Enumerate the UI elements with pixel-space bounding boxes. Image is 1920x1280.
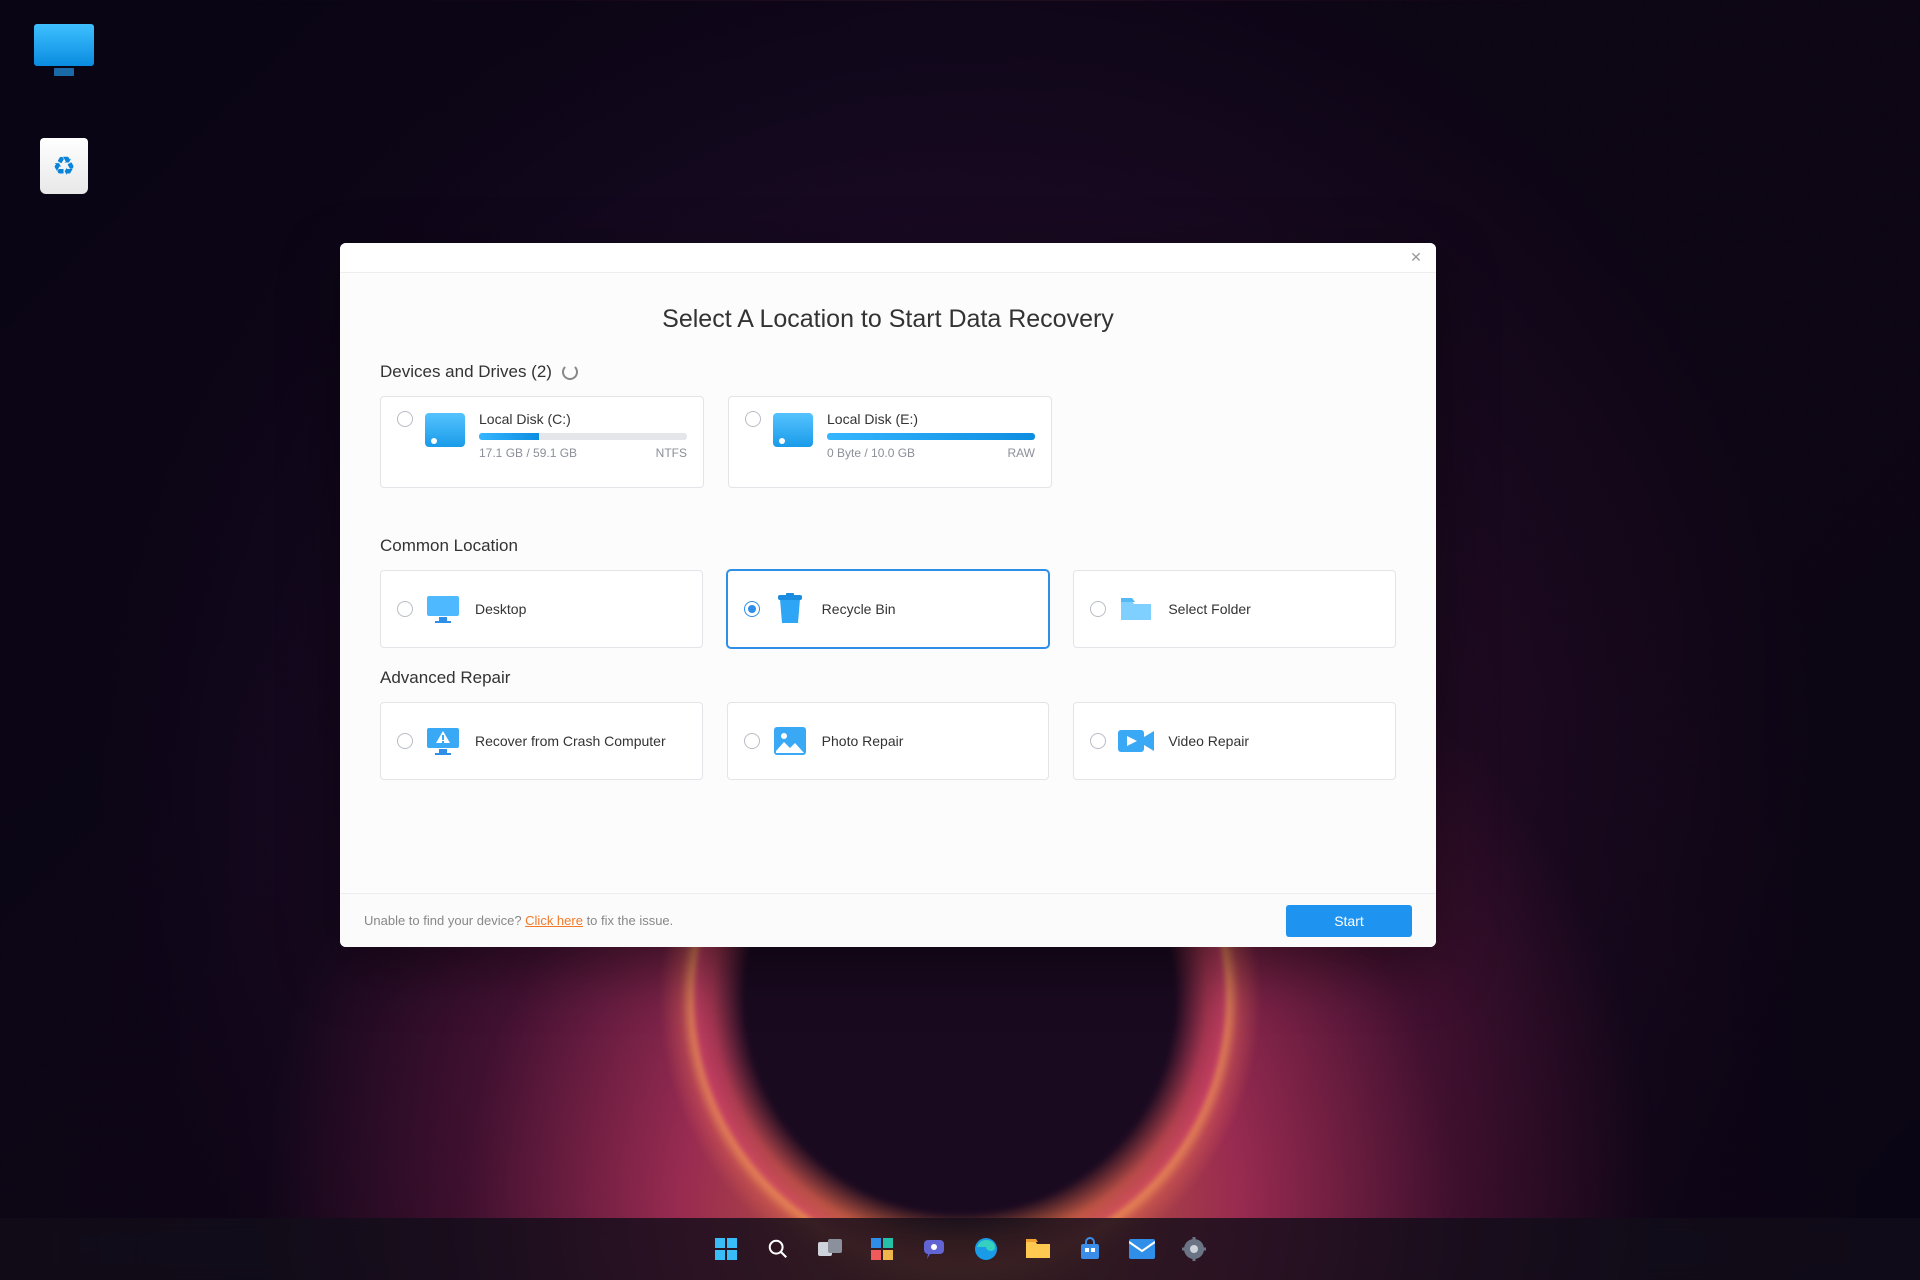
drive-e-name: Local Disk (E:) bbox=[827, 411, 1035, 427]
common-row: Desktop Recycle Bin Select Folder bbox=[380, 570, 1396, 648]
advanced-crash-recovery[interactable]: Recover from Crash Computer bbox=[380, 702, 703, 780]
advanced-video-label: Video Repair bbox=[1168, 733, 1249, 749]
location-recycle-bin[interactable]: Recycle Bin bbox=[727, 570, 1050, 648]
section-devices-label: Devices and Drives (2) bbox=[380, 362, 552, 382]
photo-icon bbox=[772, 725, 808, 757]
start-button[interactable]: Start bbox=[1286, 905, 1412, 937]
monitor-icon bbox=[34, 24, 94, 66]
drive-c-name: Local Disk (C:) bbox=[479, 411, 687, 427]
recycle-bin-icon: ♻ bbox=[40, 138, 88, 194]
desktop-icon-this-pc[interactable] bbox=[28, 24, 100, 66]
radio-crash[interactable] bbox=[397, 733, 413, 749]
taskbar-search[interactable] bbox=[757, 1228, 799, 1270]
window-footer: Unable to find your device? Click here t… bbox=[340, 893, 1436, 947]
radio-drive-e[interactable] bbox=[745, 411, 761, 427]
radio-photo[interactable] bbox=[744, 733, 760, 749]
drive-e-fs: RAW bbox=[1007, 446, 1035, 460]
refresh-icon[interactable] bbox=[562, 364, 578, 380]
radio-recycle-bin[interactable] bbox=[744, 601, 760, 617]
taskbar-start[interactable] bbox=[705, 1228, 747, 1270]
desktop-icon bbox=[425, 593, 461, 625]
data-recovery-window: ✕ Select A Location to Start Data Recove… bbox=[340, 243, 1436, 947]
radio-video[interactable] bbox=[1090, 733, 1106, 749]
folder-icon bbox=[1118, 593, 1154, 625]
titlebar: ✕ bbox=[340, 243, 1436, 273]
taskbar-mail[interactable] bbox=[1121, 1228, 1163, 1270]
drive-c-usage: 17.1 GB / 59.1 GB bbox=[479, 446, 577, 460]
taskbar-widgets[interactable] bbox=[861, 1228, 903, 1270]
drive-c-fs: NTFS bbox=[656, 446, 687, 460]
disk-icon bbox=[425, 413, 465, 447]
drive-e-usage: 0 Byte / 10.0 GB bbox=[827, 446, 915, 460]
advanced-crash-label: Recover from Crash Computer bbox=[475, 733, 666, 749]
trash-icon bbox=[772, 593, 808, 625]
taskbar bbox=[0, 1218, 1920, 1280]
taskbar-taskview[interactable] bbox=[809, 1228, 851, 1270]
location-select-folder[interactable]: Select Folder bbox=[1073, 570, 1396, 648]
footer-help-text: Unable to find your device? Click here t… bbox=[364, 913, 673, 928]
radio-select-folder[interactable] bbox=[1090, 601, 1106, 617]
advanced-row: Recover from Crash Computer Photo Repair… bbox=[380, 702, 1396, 780]
close-button[interactable]: ✕ bbox=[1408, 250, 1424, 266]
footer-click-here-link[interactable]: Click here bbox=[525, 913, 583, 928]
drives-row: Local Disk (C:) 17.1 GB / 59.1 GB NTFS L… bbox=[380, 396, 1396, 488]
advanced-photo-label: Photo Repair bbox=[822, 733, 904, 749]
drive-card-c[interactable]: Local Disk (C:) 17.1 GB / 59.1 GB NTFS bbox=[380, 396, 704, 488]
location-select-folder-label: Select Folder bbox=[1168, 601, 1250, 617]
advanced-video-repair[interactable]: Video Repair bbox=[1073, 702, 1396, 780]
taskbar-file-explorer[interactable] bbox=[1017, 1228, 1059, 1270]
taskbar-chat[interactable] bbox=[913, 1228, 955, 1270]
section-common-heading: Common Location bbox=[380, 536, 1396, 556]
crash-computer-icon bbox=[425, 725, 461, 757]
window-body: Select A Location to Start Data Recovery… bbox=[340, 273, 1436, 893]
page-title: Select A Location to Start Data Recovery bbox=[380, 305, 1396, 334]
section-advanced-label: Advanced Repair bbox=[380, 668, 510, 688]
taskbar-store[interactable] bbox=[1069, 1228, 1111, 1270]
video-icon bbox=[1118, 725, 1154, 757]
disk-icon bbox=[773, 413, 813, 447]
location-desktop[interactable]: Desktop bbox=[380, 570, 703, 648]
radio-drive-c[interactable] bbox=[397, 411, 413, 427]
section-common-label: Common Location bbox=[380, 536, 518, 556]
taskbar-settings[interactable] bbox=[1173, 1228, 1215, 1270]
location-desktop-label: Desktop bbox=[475, 601, 526, 617]
advanced-photo-repair[interactable]: Photo Repair bbox=[727, 702, 1050, 780]
drive-c-usage-bar bbox=[479, 433, 687, 440]
radio-desktop[interactable] bbox=[397, 601, 413, 617]
section-devices-heading: Devices and Drives (2) bbox=[380, 362, 1396, 382]
desktop-icon-recycle-bin[interactable]: ♻ bbox=[28, 138, 100, 194]
location-recycle-bin-label: Recycle Bin bbox=[822, 601, 896, 617]
drive-card-e[interactable]: Local Disk (E:) 0 Byte / 10.0 GB RAW bbox=[728, 396, 1052, 488]
drive-e-usage-bar bbox=[827, 433, 1035, 440]
taskbar-edge[interactable] bbox=[965, 1228, 1007, 1270]
section-advanced-heading: Advanced Repair bbox=[380, 668, 1396, 688]
